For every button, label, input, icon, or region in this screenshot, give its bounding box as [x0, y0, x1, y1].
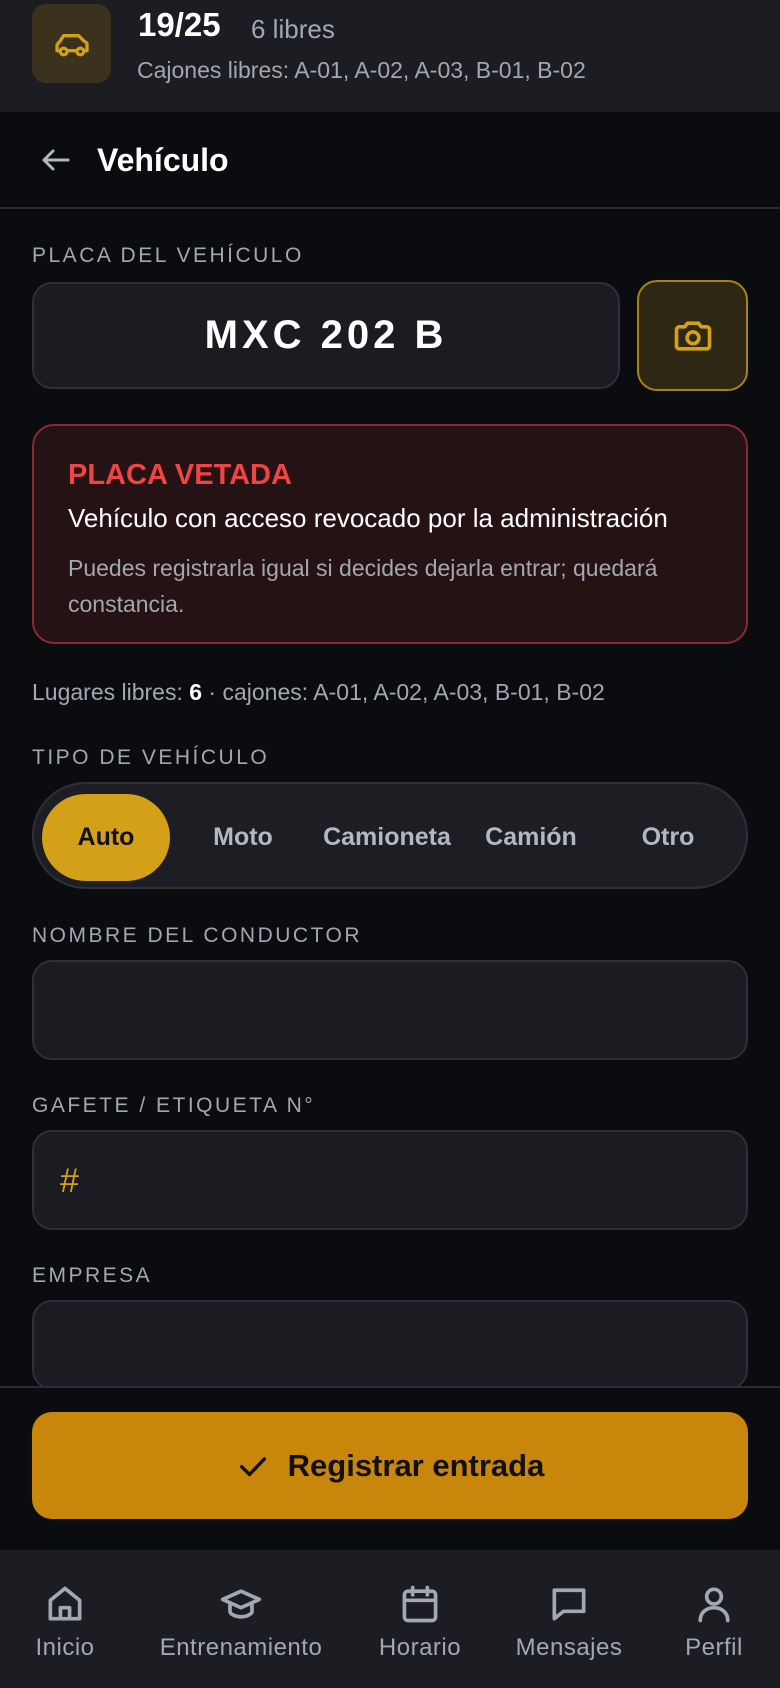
- chat-icon: [552, 1588, 586, 1621]
- hash-icon: #: [60, 1162, 79, 1200]
- nav-label-horario: Horario: [378, 1634, 462, 1661]
- nav-item-inicio[interactable]: Inicio: [22, 1582, 108, 1662]
- nav-label-mensajes: Mensajes: [515, 1634, 623, 1661]
- free-slots-list: Cajones libres: A-01, A-02, A-03, B-01, …: [137, 57, 586, 83]
- nav-label-inicio: Inicio: [35, 1634, 95, 1661]
- home-icon: [48, 1586, 82, 1621]
- occupancy-status-bar: 19/25 6 libres Cajones libres: A-01, A-0…: [0, 0, 780, 112]
- nav-label-entrenamiento: Entrenamiento: [159, 1634, 323, 1661]
- vehicle-type-option-camion[interactable]: Camión: [466, 794, 596, 881]
- graduation-cap-icon: [220, 1589, 262, 1619]
- banned-plate-alert: PLACA VETADA Vehículo con acceso revocad…: [32, 424, 748, 644]
- check-icon: [239, 1456, 266, 1476]
- plate-label: PLACA DEL VEHÍCULO: [32, 244, 304, 267]
- free-count: 6 libres: [251, 14, 335, 44]
- availability-prefix: Lugares libres:: [32, 679, 190, 705]
- driver-name-input[interactable]: [32, 960, 748, 1060]
- back-arrow-icon[interactable]: [38, 142, 74, 178]
- badge-number-label: GAFETE / ETIQUETA N°: [32, 1094, 316, 1117]
- company-input[interactable]: [32, 1300, 748, 1390]
- nav-item-entrenamiento[interactable]: Entrenamiento: [150, 1582, 332, 1662]
- vehicle-type-option-moto[interactable]: Moto: [180, 794, 306, 881]
- vehicle-type-option-camioneta[interactable]: Camioneta: [314, 794, 460, 881]
- vehicle-type-option-otro[interactable]: Otro: [604, 794, 732, 881]
- page-title: Vehículo: [97, 142, 229, 178]
- divider: [0, 1386, 780, 1388]
- page-header: Vehículo: [0, 112, 780, 209]
- vehicle-type-option-auto[interactable]: Auto: [42, 794, 170, 881]
- alert-note: Puedes registrarla igual si decides deja…: [68, 555, 658, 617]
- car-icon: [32, 4, 111, 83]
- scan-plate-button[interactable]: [637, 280, 748, 391]
- bottom-nav: Inicio Entrenamiento Horario Mensajes Pe…: [0, 1550, 780, 1688]
- nav-item-horario[interactable]: Horario: [370, 1582, 470, 1662]
- driver-name-label: NOMBRE DEL CONDUCTOR: [32, 924, 363, 947]
- alert-title: PLACA VETADA: [68, 459, 292, 491]
- plate-input[interactable]: MXC 202 B: [32, 282, 620, 389]
- user-icon: [698, 1587, 730, 1623]
- camera-icon: [674, 320, 711, 351]
- alert-message: Vehículo con acceso revocado por la admi…: [68, 503, 668, 533]
- availability-count: 6: [189, 679, 203, 705]
- register-entry-button[interactable]: Registrar entrada: [32, 1412, 748, 1519]
- calendar-icon: [402, 1585, 438, 1623]
- nav-item-mensajes[interactable]: Mensajes: [508, 1582, 630, 1662]
- plate-value: MXC 202 B: [204, 313, 448, 357]
- vehicle-type-label: TIPO DE VEHÍCULO: [32, 746, 270, 769]
- company-label: EMPRESA: [32, 1264, 153, 1287]
- occupancy-count: 19/25: [138, 6, 221, 43]
- vehicle-type-selector: Auto Moto Camioneta Camión Otro: [32, 782, 748, 889]
- nav-label-perfil: Perfil: [685, 1634, 743, 1661]
- availability-line: Lugares libres: 6 · cajones: A-01, A-02,…: [32, 679, 605, 706]
- badge-number-input[interactable]: #: [32, 1130, 748, 1230]
- nav-item-perfil[interactable]: Perfil: [676, 1582, 752, 1662]
- availability-slots: · cajones: A-01, A-02, A-03, B-01, B-02: [202, 679, 605, 705]
- register-entry-label: Registrar entrada: [287, 1447, 545, 1483]
